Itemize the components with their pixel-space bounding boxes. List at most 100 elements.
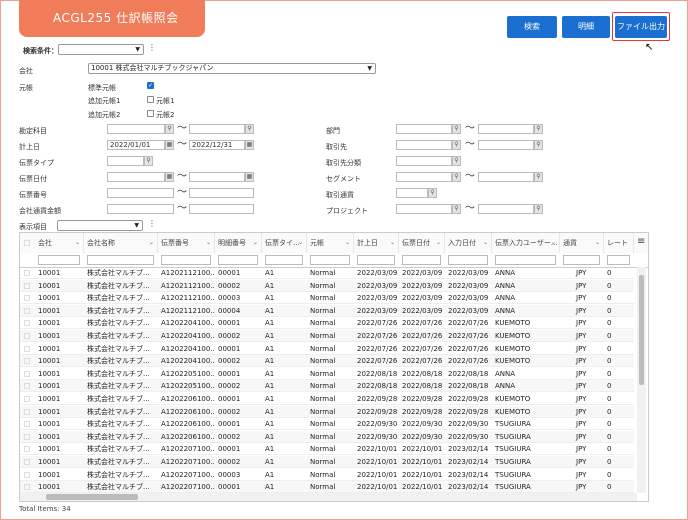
table-row[interactable]: 10001 株式会社マルチブ... A1202112100... 00004 A1 Nor… — [20, 304, 634, 317]
table-row[interactable]: 10001 株式会社マルチブ... A1202205100... 00001 A1 Nor… — [20, 368, 634, 380]
row-checkbox[interactable] — [24, 471, 30, 478]
more-options-icon[interactable]: ⋮ — [148, 43, 156, 52]
display-items-select[interactable]: ▼ — [57, 220, 143, 231]
calendar-icon[interactable]: ▦ — [165, 140, 174, 150]
column-filter-input[interactable] — [495, 255, 556, 265]
row-checkbox[interactable] — [24, 421, 30, 428]
search-icon[interactable]: ⚲ — [245, 124, 254, 134]
row-checkbox[interactable] — [24, 459, 30, 465]
table-row[interactable]: 10001 株式会社マルチブ... A1202112100... 00003 A1 Nor… — [20, 292, 634, 305]
project-to-input[interactable] — [478, 204, 534, 214]
detail-button[interactable]: 明細 — [562, 16, 610, 38]
table-row[interactable]: 10001 株式会社マルチブ... A1202207100... 00001 A1 Nor… — [20, 443, 634, 456]
row-checkbox[interactable] — [24, 345, 30, 352]
row-checkbox[interactable] — [24, 408, 30, 415]
table-row[interactable]: 10001 株式会社マルチブ... A1202204100... 00001 A1 Nor… — [20, 343, 634, 355]
chevron-down-icon[interactable]: ⌄ — [595, 233, 600, 253]
column-filter-input[interactable] — [38, 255, 80, 265]
table-row[interactable]: 10001 株式会社マルチブ... A1202112100... 00002 A1 Nor… — [20, 279, 634, 292]
search-icon[interactable]: ⚲ — [534, 124, 543, 134]
row-checkbox[interactable] — [24, 484, 30, 491]
chevron-down-icon[interactable]: ⌄ — [75, 233, 80, 253]
project-from-input[interactable] — [396, 204, 452, 214]
row-checkbox[interactable] — [24, 446, 30, 453]
file-output-button[interactable]: ファイル出力 — [615, 16, 667, 38]
column-filter-input[interactable] — [265, 255, 303, 265]
chevron-down-icon[interactable]: ⌄ — [149, 233, 154, 253]
horizontal-scroll-thumb[interactable] — [46, 494, 138, 500]
column-menu-icon[interactable]: ≡ — [637, 236, 645, 247]
column-filter-input[interactable] — [357, 255, 395, 265]
posting-date-from-input[interactable]: 2022/01/01 — [107, 140, 165, 150]
search-icon[interactable]: ⚲ — [452, 172, 461, 182]
table-row[interactable]: 10001 株式会社マルチブ... A1202206100... 00002 A1 Nor… — [20, 405, 634, 418]
search-icon[interactable]: ⚲ — [452, 140, 461, 150]
search-icon[interactable]: ⚲ — [165, 124, 174, 134]
table-row[interactable]: 10001 株式会社マルチブ... A1202112100... 00001 A1 Nor… — [20, 267, 634, 279]
department-to-input[interactable] — [478, 124, 534, 134]
column-header[interactable]: レート — [604, 233, 634, 253]
posting-date-to-input[interactable]: 2022/12/31 — [189, 140, 245, 150]
voucher-no-from-input[interactable] — [107, 188, 174, 198]
account-to-input[interactable] — [189, 124, 245, 134]
account-from-input[interactable] — [107, 124, 165, 134]
search-icon[interactable]: ⚲ — [144, 156, 153, 166]
horizontal-scrollbar[interactable] — [20, 493, 637, 501]
column-header[interactable]: 入力日付 ⌄ — [445, 233, 492, 253]
calendar-icon[interactable]: ▦ — [245, 140, 254, 150]
column-filter-input[interactable] — [310, 255, 350, 265]
column-header[interactable]: 伝票番号 ⌄ — [158, 233, 215, 253]
table-row[interactable]: 10001 株式会社マルチブ... A1202204100... 00002 A1 Nor… — [20, 330, 634, 342]
column-filter-input[interactable] — [161, 255, 211, 265]
search-icon[interactable]: ⚲ — [452, 156, 461, 166]
column-header[interactable]: 会社名称 ⌄ — [84, 233, 158, 253]
vertical-scrollbar[interactable] — [637, 267, 646, 493]
column-filter-input[interactable] — [402, 255, 441, 265]
segment-to-input[interactable] — [478, 172, 534, 182]
vertical-scroll-thumb[interactable] — [639, 275, 644, 385]
chevron-down-icon[interactable]: ⌄ — [483, 233, 488, 253]
column-filter-input[interactable] — [607, 255, 630, 265]
table-row[interactable]: 10001 株式会社マルチブ... A1202204100... 00001 A1 Nor… — [20, 317, 634, 330]
column-header[interactable]: 伝票日付 ⌄ — [399, 233, 445, 253]
search-icon[interactable]: ⚲ — [452, 204, 461, 214]
search-icon[interactable]: ⚲ — [428, 188, 437, 198]
transaction-currency-input[interactable] — [396, 188, 428, 198]
segment-from-input[interactable] — [396, 172, 452, 182]
row-checkbox[interactable] — [24, 295, 30, 302]
partner-category-input[interactable] — [396, 156, 452, 166]
amount-to-input[interactable] — [189, 204, 254, 214]
search-condition-select[interactable]: ▼ — [58, 44, 144, 55]
table-row[interactable]: 10001 株式会社マルチブ... A1202207100... 00001 A1 Nor… — [20, 481, 634, 493]
row-checkbox[interactable] — [24, 433, 30, 440]
row-checkbox[interactable] — [24, 370, 30, 377]
ledger2-checkbox[interactable] — [147, 110, 154, 117]
search-icon[interactable]: ⚲ — [534, 204, 543, 214]
amount-from-input[interactable] — [107, 204, 174, 214]
table-row[interactable]: 10001 株式会社マルチブ... A1202206100... 00001 A1 Nor… — [20, 418, 634, 431]
department-from-input[interactable] — [396, 124, 452, 134]
table-row[interactable]: 10001 株式会社マルチブ... A1202207100... 00003 A1 Nor… — [20, 469, 634, 481]
row-checkbox[interactable] — [24, 358, 30, 365]
column-header[interactable]: 明細番号 ⌄ — [215, 233, 262, 253]
row-checkbox[interactable] — [24, 333, 30, 339]
more-options-icon[interactable]: ⋮ — [148, 219, 156, 228]
table-row[interactable]: 10001 株式会社マルチブ... A1202206100... 00001 A1 Nor… — [20, 393, 634, 405]
chevron-down-icon[interactable]: ⌄ — [345, 233, 350, 253]
search-icon[interactable]: ⚲ — [534, 172, 543, 182]
table-row[interactable]: 10001 株式会社マルチブ... A1202204100... 00002 A1 Nor… — [20, 355, 634, 368]
chevron-down-icon[interactable]: ⌄ — [390, 233, 395, 253]
voucher-type-input[interactable] — [107, 156, 144, 166]
column-header[interactable]: 計上日 ⌄ — [354, 233, 399, 253]
company-select[interactable]: 10001 株式会社マルチブックジャパン ▼ — [88, 63, 376, 74]
voucher-no-to-input[interactable] — [189, 188, 254, 198]
voucher-date-to-input[interactable] — [189, 172, 245, 182]
column-header[interactable]: 通貨 ⌄ — [560, 233, 604, 253]
search-icon[interactable]: ⚲ — [534, 140, 543, 150]
row-checkbox[interactable] — [24, 282, 30, 289]
calendar-icon[interactable]: ▦ — [165, 172, 174, 182]
column-header[interactable]: 元帳 ⌄ — [307, 233, 354, 253]
row-checkbox[interactable] — [24, 320, 30, 327]
partner-to-input[interactable] — [478, 140, 534, 150]
standard-ledger-checkbox[interactable]: ✓ — [147, 82, 154, 89]
